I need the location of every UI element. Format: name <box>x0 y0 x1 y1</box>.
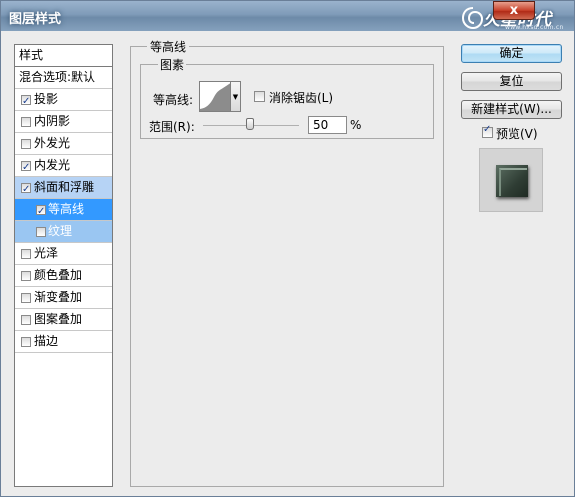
title-bar[interactable]: 图层样式 火星时代 www.hxsd.com.cn x <box>1 1 574 31</box>
pattern-overlay-checkbox[interactable] <box>21 315 31 325</box>
range-label: 范围(R): <box>149 120 195 134</box>
style-item-bevel-emboss[interactable]: 斜面和浮雕 <box>15 177 112 200</box>
inner-shadow-checkbox[interactable] <box>21 117 31 127</box>
stroke-checkbox[interactable] <box>21 337 31 347</box>
style-item-inner-shadow[interactable]: 内阴影 <box>15 111 112 133</box>
reset-button[interactable]: 复位 <box>461 72 562 91</box>
layer-style-dialog: 图层样式 火星时代 www.hxsd.com.cn x 样式 混合选项:默认 投… <box>0 0 575 497</box>
range-slider-thumb[interactable] <box>246 118 254 130</box>
window-title: 图层样式 <box>9 12 62 27</box>
preview-label: 预览(V) <box>496 127 538 141</box>
outer-glow-checkbox[interactable] <box>21 139 31 149</box>
bevel-emboss-checkbox[interactable] <box>21 179 31 200</box>
style-item-drop-shadow[interactable]: 投影 <box>15 89 112 112</box>
antialias-label: 消除锯齿(L) <box>269 91 334 105</box>
style-item-inner-glow[interactable]: 内发光 <box>15 155 112 178</box>
gradient-overlay-checkbox[interactable] <box>21 293 31 303</box>
texture-checkbox[interactable] <box>36 227 46 237</box>
style-item-color-overlay[interactable]: 颜色叠加 <box>15 265 112 287</box>
style-item-texture[interactable]: 纹理 <box>15 221 112 243</box>
style-item-stroke[interactable]: 描边 <box>15 331 112 353</box>
style-item-gradient-overlay[interactable]: 渐变叠加 <box>15 287 112 309</box>
range-unit: % <box>350 118 362 132</box>
drop-shadow-checkbox[interactable] <box>21 91 31 112</box>
antialias-checkbox[interactable] <box>254 91 265 102</box>
preview-swatch <box>496 165 528 197</box>
new-style-button[interactable]: 新建样式(W)... <box>461 100 562 119</box>
range-input[interactable]: 50 <box>308 116 347 134</box>
close-button[interactable]: x <box>493 1 535 20</box>
contour-checkbox[interactable] <box>36 201 46 222</box>
blend-options-item[interactable]: 混合选项:默认 <box>15 67 112 89</box>
styles-list: 样式 混合选项:默认 投影 内阴影 外发光 内发光 斜面和浮雕 等高线 纹理 <box>14 44 113 487</box>
ok-button[interactable]: 确定 <box>461 44 562 63</box>
preview-checkbox[interactable] <box>482 124 493 138</box>
style-item-pattern-overlay[interactable]: 图案叠加 <box>15 309 112 331</box>
satin-checkbox[interactable] <box>21 249 31 259</box>
contour-group-title: 等高线 <box>147 38 190 55</box>
style-item-outer-glow[interactable]: 外发光 <box>15 133 112 155</box>
color-overlay-checkbox[interactable] <box>21 271 31 281</box>
style-item-satin[interactable]: 光泽 <box>15 243 112 265</box>
style-item-contour[interactable]: 等高线 <box>15 199 112 222</box>
contour-label: 等高线: <box>153 93 194 107</box>
contour-curve-icon <box>200 83 230 111</box>
chevron-down-icon[interactable]: ▼ <box>231 81 241 112</box>
swirl-icon <box>461 7 484 30</box>
inner-glow-checkbox[interactable] <box>21 157 31 178</box>
contour-curve-picker[interactable] <box>199 81 231 112</box>
styles-header[interactable]: 样式 <box>15 45 112 67</box>
elements-group-title: 图素 <box>158 56 187 73</box>
style-preview-thumbnail <box>479 148 543 212</box>
